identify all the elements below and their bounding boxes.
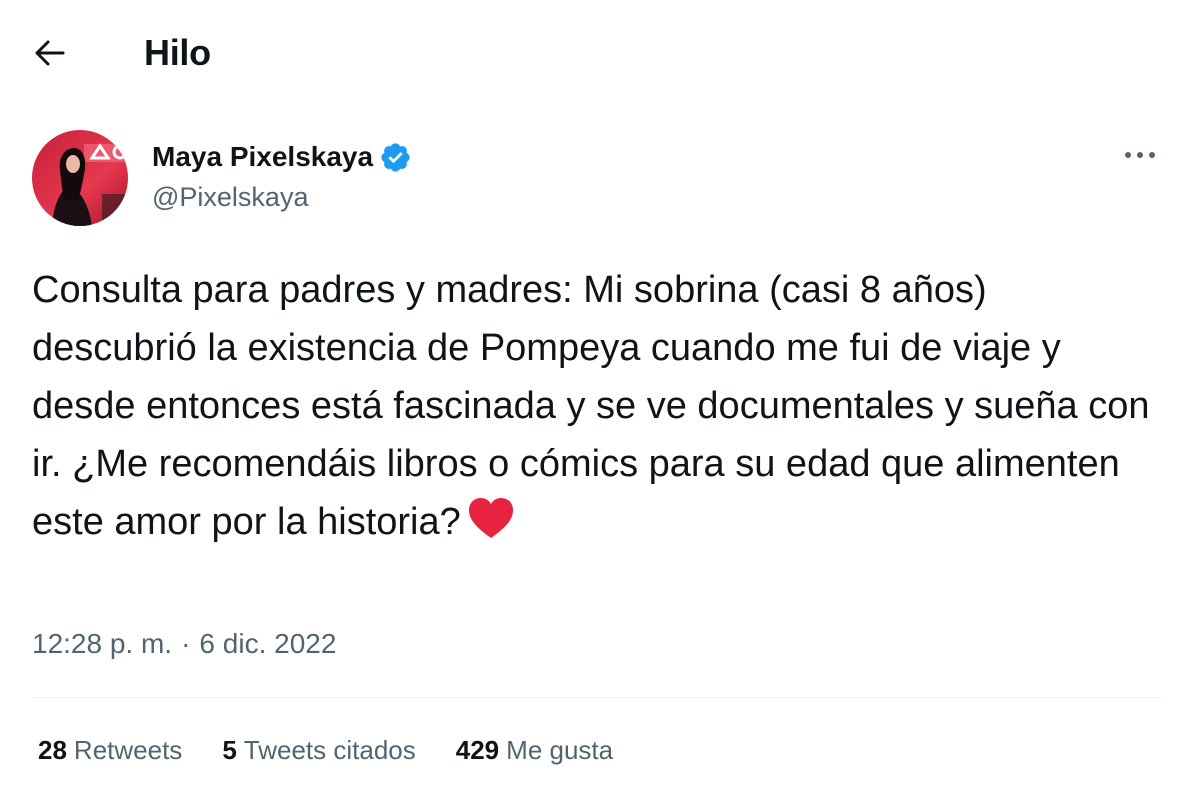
retweets-count: 28 — [38, 735, 67, 765]
tweet-text-content: Consulta para padres y madres: Mi sobrin… — [32, 269, 1150, 543]
avatar[interactable] — [32, 130, 128, 226]
back-button[interactable] — [28, 33, 72, 73]
quote-tweets-count: 5 — [222, 735, 237, 765]
tweet-time[interactable]: 12:28 p. m. — [32, 624, 172, 664]
divider — [32, 697, 1162, 698]
quote-tweets-label: Tweets citados — [243, 735, 416, 765]
avatar-image — [32, 130, 128, 226]
tweet-stats: 28 Retweets 5 Tweets citados 429 Me gust… — [38, 730, 653, 770]
thread-header: Hilo — [0, 0, 1200, 105]
tweet-date[interactable]: 6 dic. 2022 — [199, 624, 336, 664]
arrow-left-icon — [35, 40, 65, 66]
likes-stat[interactable]: 429 Me gusta — [456, 730, 613, 770]
timestamp-separator: · — [181, 628, 191, 659]
retweets-label: Retweets — [73, 735, 183, 765]
author-handle[interactable]: @Pixelskaya — [152, 180, 308, 214]
retweets-stat[interactable]: 28 Retweets — [38, 730, 182, 770]
verified-badge-icon — [381, 142, 410, 172]
more-options-button[interactable] — [1118, 142, 1162, 168]
author-name[interactable]: Maya Pixelskaya — [152, 140, 373, 174]
tweet-timestamp: 12:28 p. m. · 6 dic. 2022 — [32, 624, 336, 664]
more-horizontal-icon — [1125, 152, 1155, 158]
likes-count: 429 — [455, 735, 500, 765]
tweet-text: Consulta para padres y madres: Mi sobrin… — [32, 261, 1152, 551]
red-heart-icon — [468, 498, 513, 538]
likes-label: Me gusta — [506, 735, 614, 765]
author-name-row: Maya Pixelskaya — [152, 140, 412, 174]
quote-tweets-stat[interactable]: 5 Tweets citados — [222, 730, 415, 770]
page-title: Hilo — [144, 32, 211, 73]
